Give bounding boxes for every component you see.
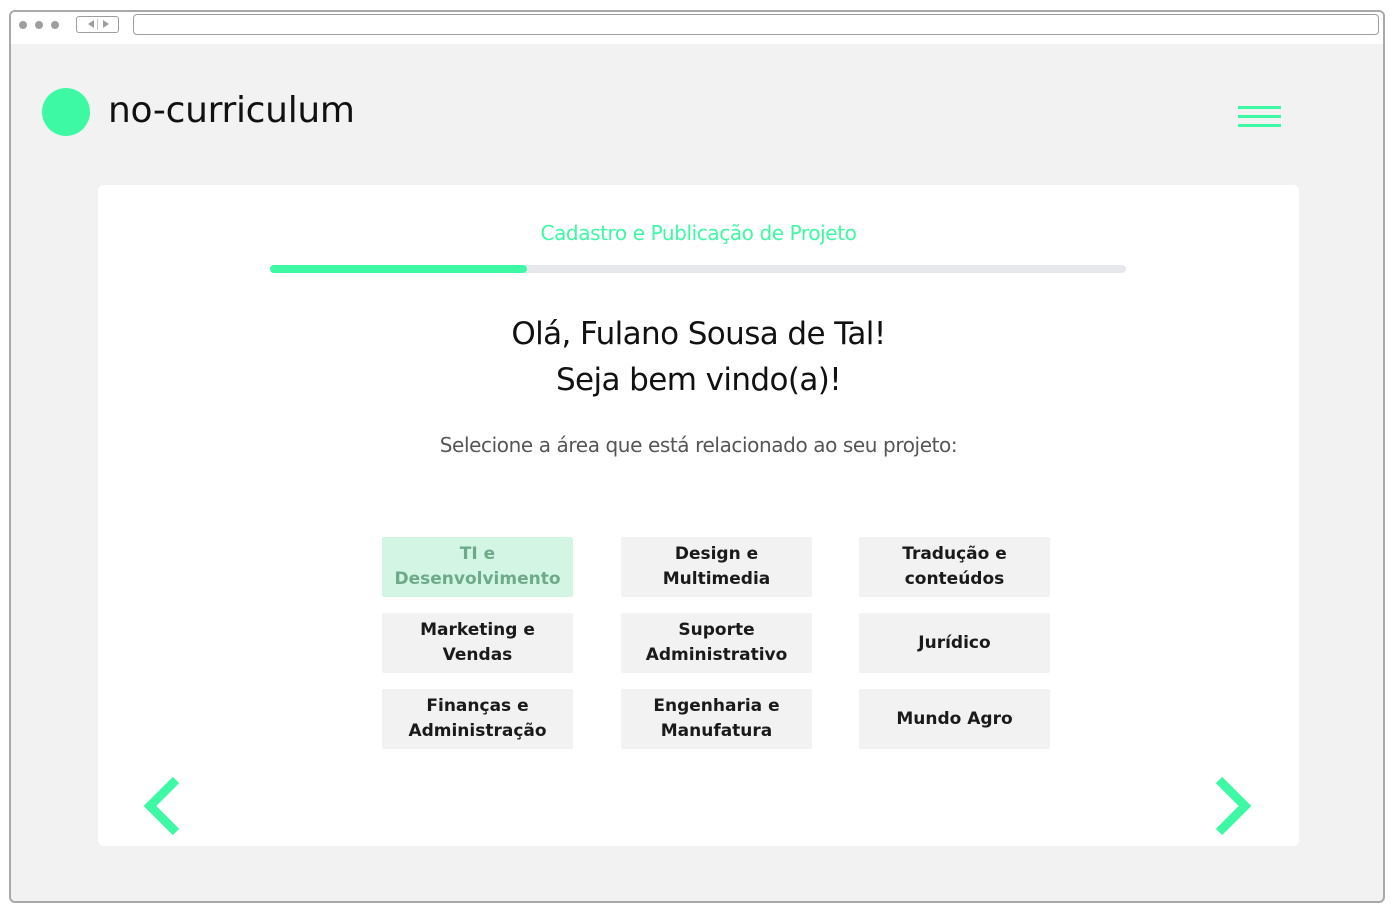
area-option-label: Design e Multimedia (662, 544, 771, 589)
progress-bar-fill (270, 265, 527, 273)
window-dot-icon[interactable] (51, 21, 59, 29)
area-option-marketing[interactable]: Marketing e Vendas (382, 613, 573, 673)
hamburger-menu-icon[interactable] (1238, 106, 1283, 130)
window-dot-icon[interactable] (35, 21, 43, 29)
area-option-agro[interactable]: Mundo Agro (859, 689, 1050, 749)
browser-window: no-curriculum Cadastro e Publicação de P… (9, 10, 1385, 903)
area-option-juridico[interactable]: Jurídico (859, 613, 1050, 673)
progress-bar (270, 265, 1126, 273)
area-option-suporte[interactable]: Suporte Administrativo (621, 613, 812, 673)
step-title: Cadastro e Publicação de Projeto (540, 221, 857, 245)
area-option-label: Suporte Administrativo (645, 620, 788, 665)
area-option-label: Tradução e conteúdos (902, 544, 1007, 589)
area-option-label: Finanças e Administração (408, 696, 547, 741)
area-option-label: Engenharia e Manufatura (653, 696, 780, 741)
forward-arrow-icon[interactable] (103, 20, 109, 28)
chevron-left-icon[interactable] (138, 774, 186, 838)
nav-divider (97, 19, 98, 30)
logo-circle-icon (42, 88, 90, 136)
area-option-engenharia[interactable]: Engenharia e Manufatura (621, 689, 812, 749)
greeting-line-1: Olá, Fulano Sousa de Tal! (511, 316, 886, 352)
area-option-design[interactable]: Design e Multimedia (621, 537, 812, 597)
window-dot-icon[interactable] (19, 21, 27, 29)
area-option-label: Jurídico (918, 632, 991, 653)
brand-name: no-curriculum (108, 90, 355, 131)
greeting-line-2: Seja bem vindo(a)! (555, 362, 842, 398)
area-option-label: Marketing e Vendas (420, 620, 535, 665)
area-instruction: Selecione a área que está relacionado ao… (439, 433, 958, 457)
chevron-right-icon[interactable] (1209, 774, 1257, 838)
back-arrow-icon[interactable] (88, 20, 94, 28)
area-option-label: TI e Desenvolvimento (394, 544, 561, 589)
area-option-label: Mundo Agro (896, 708, 1013, 729)
browser-nav-buttons (76, 16, 119, 33)
area-option-traducao[interactable]: Tradução e conteúdos (859, 537, 1050, 597)
address-bar[interactable] (133, 14, 1379, 35)
area-option-ti[interactable]: TI e Desenvolvimento (382, 537, 573, 597)
area-option-financas[interactable]: Finanças e Administração (382, 689, 573, 749)
wizard-card: Cadastro e Publicação de Projeto Olá, Fu… (98, 185, 1299, 846)
browser-chrome (11, 12, 1383, 44)
greeting-heading: Olá, Fulano Sousa de Tal! Seja bem vindo… (98, 311, 1299, 403)
